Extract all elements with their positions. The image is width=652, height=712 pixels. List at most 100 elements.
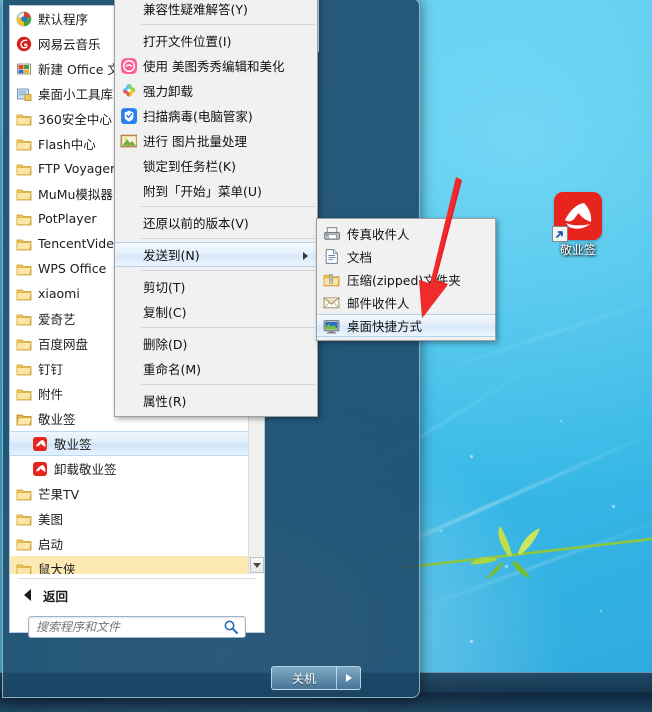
context-menu-item[interactable]: 发送到(N) [115,242,317,267]
menu-separator [141,24,315,25]
program-list-item[interactable]: 美图 [10,506,264,531]
context-menu-item-label: 发送到(N) [143,248,200,263]
desktop-icon-jingyeqian[interactable]: 敬业签 [540,192,616,257]
divider [18,578,256,579]
context-menu-item[interactable]: 锁定到任务栏(K) [115,153,317,178]
context-menu-item-label: 剪切(T) [143,280,186,295]
folder-icon [16,361,32,377]
program-list-item[interactable]: 鼠大侠 [10,556,264,574]
folder-icon [16,536,32,552]
context-menu-item[interactable]: 属性(R) [115,388,317,413]
context-menu-item[interactable]: 重命名(M) [115,356,317,381]
document-icon [323,248,340,265]
program-list-item-label: MuMu模拟器 [38,187,113,202]
chevron-down-icon [253,562,261,568]
folder-icon [16,536,32,552]
send-to-submenu-item[interactable]: 桌面快捷方式 [317,314,495,337]
folder-icon [16,186,32,202]
context-menu-item[interactable]: 还原以前的版本(V) [115,210,317,235]
folder-icon [16,136,32,152]
shield-icon [120,107,137,124]
picture-batch-icon [120,132,138,149]
picture-batch-icon [120,132,138,149]
context-menu-item[interactable]: 进行 图片批量处理 [115,128,317,153]
folder-icon [16,261,32,277]
program-list-item[interactable]: 启动 [10,531,264,556]
mail-icon [323,294,340,311]
menu-separator [141,327,315,328]
zip-folder-icon [323,271,340,288]
search-box[interactable] [28,616,246,638]
program-list-item-label: 默认程序 [38,12,89,27]
folder-icon [16,161,32,177]
program-list-item-label: 启动 [38,537,64,552]
send-to-submenu-item[interactable]: 压缩(zipped)文件夹 [317,268,495,291]
send-to-submenu-item[interactable]: 文档 [317,245,495,268]
send-to-submenu-item-label: 压缩(zipped)文件夹 [347,273,461,288]
shortcut-overlay-icon [552,226,568,242]
program-list-item-label: PotPlayer [38,211,97,226]
context-menu-item[interactable]: 剪切(T) [115,274,317,299]
office-new-icon [16,61,32,77]
send-to-submenu-item[interactable]: 邮件收件人 [317,291,495,314]
uninstall-flower-icon [120,82,137,99]
back-arrow-icon [24,589,31,601]
context-menu-item[interactable]: 附到「开始」菜单(U) [115,178,317,203]
context-menu-item-label: 扫描病毒(电脑管家) [143,109,253,124]
program-list-item-label: 卸载敬业签 [54,462,117,477]
shutdown-button[interactable]: 关机 [271,666,338,690]
folder-icon [16,561,32,574]
search-input[interactable] [29,620,223,634]
folder-icon [16,336,32,352]
scrollbar-down-button[interactable] [250,557,264,573]
send-to-submenu-item[interactable]: 传真收件人 [317,222,495,245]
gadgets-icon [16,86,32,102]
folder-icon [16,161,32,177]
context-menu-item-label: 打开文件位置(I) [143,34,232,49]
context-menu-item[interactable]: 强力卸载 [115,78,317,103]
context-menu[interactable]: 兼容性疑难解答(Y) 打开文件位置(I) 使用 美图秀秀编辑和美化强力卸载扫描病毒(… [114,0,318,417]
program-list-item-label: 钉钉 [38,362,64,377]
submenu-arrow-icon [303,252,308,260]
zip-folder-icon [323,271,340,288]
start-menu-back-button[interactable]: 返回 [10,582,264,608]
program-list-item[interactable]: 卸载敬业签 [10,456,264,481]
send-to-submenu[interactable]: 传真收件人文档压缩(zipped)文件夹 邮件收件人桌面快捷方式 [316,218,496,341]
folder-icon [16,236,32,252]
screen: 敬业签 支持 [0,0,652,712]
document-icon [323,248,340,265]
office-new-icon [16,61,32,77]
folder-icon [16,361,32,377]
program-list-item[interactable]: 芒果TV [10,481,264,506]
context-menu-item-label: 兼容性疑难解答(Y) [143,2,248,17]
context-menu-item-label: 复制(C) [143,305,187,320]
context-menu-item[interactable]: 使用 美图秀秀编辑和美化 [115,53,317,78]
program-list-item-label: TencentVideo [38,236,122,251]
wallpaper-plant-graphic [399,526,652,579]
folder-icon [16,486,32,502]
context-menu-item[interactable]: 复制(C) [115,299,317,324]
shutdown-control-group[interactable]: 关机 [271,666,362,690]
default-programs-icon [16,11,32,27]
context-menu-item[interactable]: 兼容性疑难解答(Y) [115,0,317,21]
context-menu-item-label: 属性(R) [143,394,187,409]
fax-icon [323,225,340,242]
context-menu-item[interactable]: 扫描病毒(电脑管家) [115,103,317,128]
send-to-submenu-item-label: 邮件收件人 [347,296,410,311]
shutdown-options-button[interactable] [337,666,362,690]
wallpaper-sparkle [470,640,473,643]
context-menu-item-label: 删除(D) [143,337,188,352]
send-to-submenu-item-label: 传真收件人 [347,227,410,242]
chevron-right-icon [345,674,352,682]
folder-icon [16,336,32,352]
program-list-item[interactable]: 敬业签 [10,431,264,456]
context-menu-item-label: 使用 美图秀秀编辑和美化 [143,59,285,74]
wallpaper-sparkle [470,455,473,458]
program-list-item-label: 爱奇艺 [38,312,76,327]
shortcut-arrow-icon [556,231,563,238]
shield-icon [120,107,137,124]
context-menu-item[interactable]: 删除(D) [115,331,317,356]
wallpaper-sparkle [600,610,602,612]
mail-icon [323,294,340,311]
context-menu-item[interactable]: 打开文件位置(I) [115,28,317,53]
